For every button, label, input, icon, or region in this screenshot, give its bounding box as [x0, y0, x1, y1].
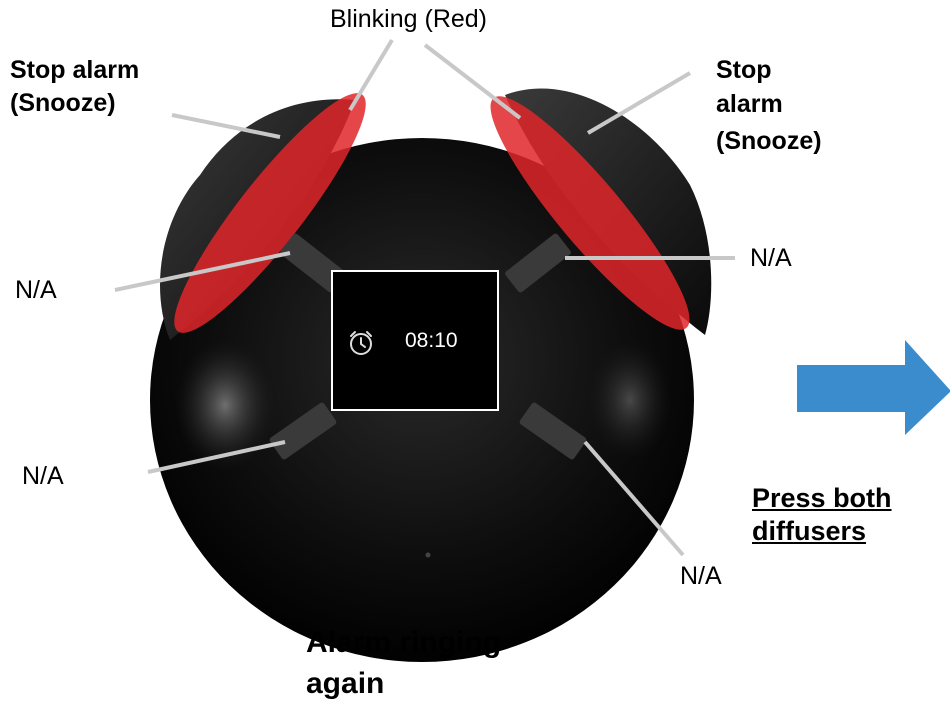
- alarm-clock-icon: [350, 331, 372, 355]
- leader-blink-left: [348, 38, 394, 112]
- label-stop-alarm-right-1: Stop: [716, 56, 772, 84]
- body-highlight-left: [175, 340, 275, 470]
- label-alarm-ringing-1: Alarm ringing: [306, 626, 502, 659]
- label-blinking-red: Blinking (Red): [330, 5, 488, 33]
- label-na-mid-left: N/A: [15, 276, 57, 304]
- display-screen: 08:10: [331, 270, 499, 411]
- right-arrow-icon: [797, 340, 950, 435]
- label-press-both-1: Press both: [752, 483, 892, 513]
- label-na-low-right: N/A: [680, 562, 722, 590]
- label-stop-alarm-right-2: alarm: [716, 90, 783, 118]
- label-stop-alarm-left-1: Stop alarm: [10, 56, 140, 84]
- body-highlight-right: [588, 340, 672, 460]
- leader-snooze-right: [586, 71, 692, 135]
- label-na-low-left: N/A: [22, 462, 64, 490]
- label-stop-alarm-right-3: (Snooze): [716, 127, 822, 155]
- leader-blink-right: [423, 43, 522, 120]
- display-time: 08:10: [405, 329, 458, 352]
- label-alarm-ringing-2: again: [306, 667, 385, 700]
- label-stop-alarm-left-2: (Snooze): [10, 89, 116, 117]
- label-na-mid-right: N/A: [750, 244, 792, 272]
- front-sensor: [425, 552, 431, 558]
- label-press-both-2: diffusers: [752, 516, 867, 546]
